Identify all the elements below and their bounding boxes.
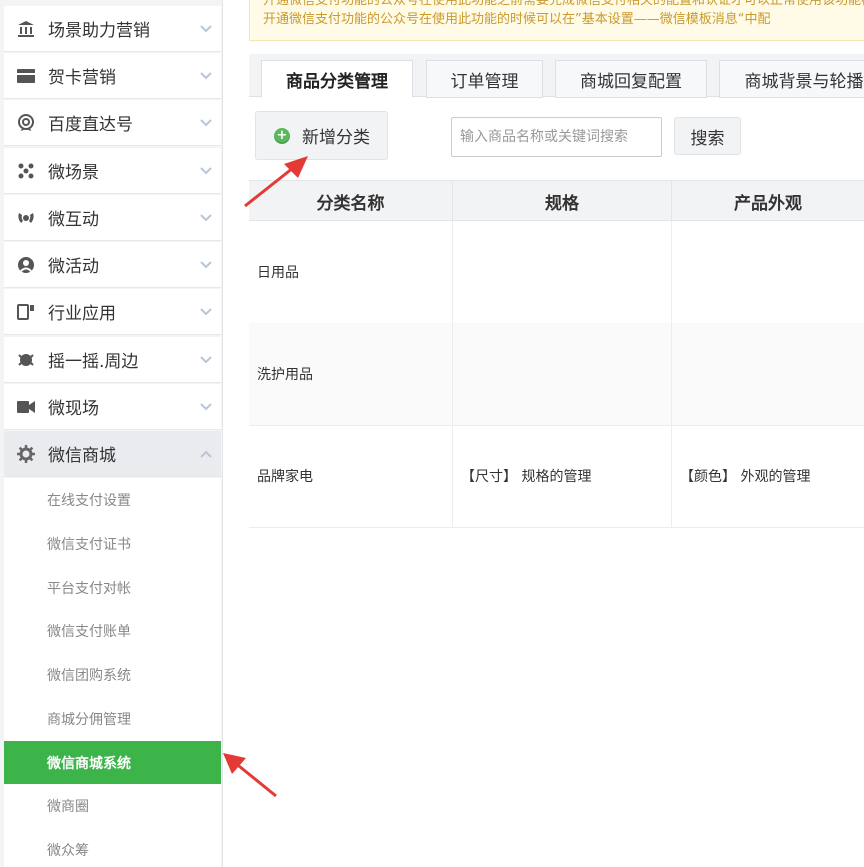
table-row: 洗护用品	[249, 323, 864, 426]
table-row: 品牌家电 【尺寸】 规格的管理 【颜色】 外观的管理	[249, 425, 864, 528]
notice-banner: 开通微信支付功能的公众号在使用此功能之前需要完成微信支付相关的配置和认证才可以正…	[249, 0, 864, 41]
submenu-label: 微商圈	[47, 799, 89, 815]
submenu-item-pay-bill[interactable]: 微信支付账单	[4, 609, 221, 653]
cell-text: 【颜色】 外观的管理	[680, 469, 811, 485]
submenu-label: 微信支付证书	[47, 537, 131, 553]
cell-appearance: 【颜色】 外观的管理	[672, 425, 864, 527]
menu-label: 微信商城	[48, 446, 116, 466]
submenu-item-online-pay[interactable]: 在线支付设置	[4, 478, 221, 522]
cell-appearance	[672, 221, 864, 323]
submenu-label: 平台支付对帐	[47, 581, 131, 597]
activity-icon	[16, 255, 36, 275]
tab-order-management[interactable]: 订单管理	[426, 60, 543, 98]
menu-label: 贺卡营销	[48, 68, 116, 88]
chevron-down-icon	[191, 118, 221, 127]
submenu-item-reconcile[interactable]: 平台支付对帐	[4, 566, 221, 610]
submenu-label: 在线支付设置	[47, 493, 131, 509]
badge-icon	[16, 113, 36, 133]
cell-spec	[453, 221, 672, 323]
menu-item-industry-app[interactable]: 行业应用	[4, 289, 221, 335]
chevron-down-icon	[191, 166, 221, 175]
video-icon	[16, 397, 36, 417]
chevron-up-icon	[191, 450, 221, 458]
submenu-item-crowdfunding[interactable]: 微众筹	[4, 828, 221, 867]
cell-appearance	[672, 323, 864, 425]
cell-text: 洗护用品	[257, 367, 313, 383]
shake-icon	[16, 350, 36, 370]
menu-label: 微场景	[48, 163, 99, 183]
submenu-label: 微信团购系统	[47, 668, 131, 684]
card-icon	[16, 66, 36, 86]
submenu-item-mall-system[interactable]: 微信商城系统	[4, 741, 221, 785]
column-header-appearance: 产品外观	[734, 193, 802, 214]
app-icon	[16, 302, 36, 322]
menu-label: 微互动	[48, 210, 99, 230]
tab-reply-config[interactable]: 商城回复配置	[555, 60, 707, 98]
menu-label: 摇一摇.周边	[48, 352, 139, 372]
table-header: 分类名称 规格 产品外观	[249, 180, 864, 221]
menu-item-micro-scene[interactable]: 微场景	[4, 148, 221, 194]
submenu-label: 微信商城系统	[47, 756, 131, 772]
submenu-label: 微众筹	[47, 843, 89, 859]
interact-icon	[16, 208, 36, 228]
tab-category-management[interactable]: 商品分类管理	[261, 60, 413, 98]
tab-bar: 商品分类管理 订单管理 商城回复配置 商城背景与轮播	[249, 54, 864, 98]
menu-label: 行业应用	[48, 304, 116, 324]
menu-item-greeting-card[interactable]: 贺卡营销	[4, 53, 221, 99]
add-category-label: 新增分类	[302, 128, 370, 148]
menu-item-live[interactable]: 微现场	[4, 384, 221, 430]
gear-icon	[16, 444, 36, 464]
submenu-item-group-buy[interactable]: 微信团购系统	[4, 653, 221, 697]
cell-name: 日用品	[249, 221, 453, 323]
notice-line-1: 开通微信支付功能的公众号在使用此功能之前需要完成微信支付相关的配置和认证才可以正…	[263, 0, 864, 8]
chevron-down-icon	[191, 260, 221, 269]
search-button[interactable]: 搜索	[674, 117, 741, 155]
menu-label: 场景助力营销	[48, 21, 150, 41]
menu-item-baidu-direct[interactable]: 百度直达号	[4, 100, 221, 146]
dots-icon	[16, 161, 36, 181]
menu-label: 微活动	[48, 257, 99, 277]
cell-text: 【尺寸】 规格的管理	[461, 469, 592, 485]
menu-item-wechat-mall[interactable]: 微信商城	[4, 431, 221, 477]
chevron-down-icon	[191, 213, 221, 222]
submenu-label: 商城分佣管理	[47, 712, 131, 728]
column-header-name: 分类名称	[249, 181, 453, 221]
cell-name: 洗护用品	[249, 323, 453, 425]
notice-line-2: 开通微信支付功能的公众号在使用此功能的时候可以在”基本设置——微信模板消息“中配	[263, 12, 771, 27]
add-category-button[interactable]: + 新增分类	[255, 111, 388, 160]
cell-name: 品牌家电	[249, 425, 453, 527]
cell-spec	[453, 323, 672, 425]
tab-background-carousel[interactable]: 商城背景与轮播	[719, 60, 864, 98]
submenu-item-pay-cert[interactable]: 微信支付证书	[4, 522, 221, 566]
chevron-down-icon	[191, 307, 221, 316]
table-row: 日用品	[249, 221, 864, 324]
menu-label: 微现场	[48, 399, 99, 419]
bank-icon	[16, 19, 36, 39]
app-root: 场景助力营销 贺卡营销 百度直达号 微场景 微互动 微活动 行业应用 摇一摇.周…	[0, 0, 864, 867]
menu-label: 百度直达号	[48, 115, 133, 135]
menu-item-shake[interactable]: 摇一摇.周边	[4, 337, 221, 383]
menu-item-micro-activity[interactable]: 微活动	[4, 242, 221, 288]
submenu-item-business-circle[interactable]: 微商圈	[4, 784, 221, 828]
cell-spec: 【尺寸】 规格的管理	[453, 425, 672, 527]
chevron-down-icon	[191, 402, 221, 411]
submenu-item-commission[interactable]: 商城分佣管理	[4, 697, 221, 741]
search-input[interactable]	[451, 117, 662, 157]
annotation-arrow-mall	[223, 753, 277, 798]
column-header-spec: 规格	[453, 181, 672, 221]
chevron-down-icon	[191, 71, 221, 80]
cell-text: 品牌家电	[257, 469, 313, 485]
cell-text: 日用品	[257, 265, 299, 281]
chevron-down-icon	[191, 24, 221, 33]
menu-item-scene-marketing[interactable]: 场景助力营销	[4, 6, 221, 52]
chevron-down-icon	[191, 355, 221, 364]
menu-item-micro-interact[interactable]: 微互动	[4, 195, 221, 241]
submenu-label: 微信支付账单	[47, 624, 131, 640]
plus-circle-icon: +	[274, 127, 290, 144]
sidebar: 场景助力营销 贺卡营销 百度直达号 微场景 微互动 微活动 行业应用 摇一摇.周…	[0, 0, 223, 867]
